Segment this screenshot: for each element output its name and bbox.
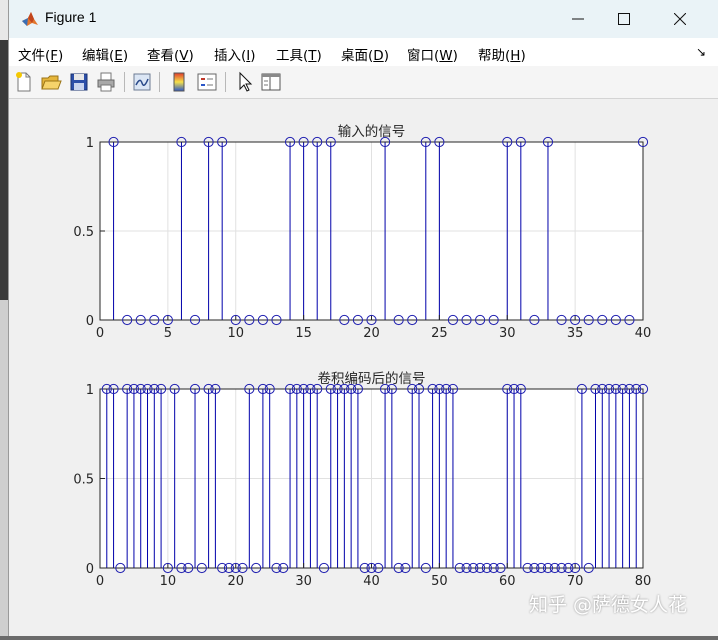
- menu-file[interactable]: 文件(F): [18, 44, 63, 64]
- close-icon: [674, 13, 686, 25]
- minimize-button[interactable]: [555, 0, 601, 38]
- axes-1-title: 输入的信号: [338, 124, 406, 140]
- axes-1-ytick-label: 1: [86, 136, 94, 151]
- legend-icon[interactable]: [196, 71, 218, 93]
- open-file-icon[interactable]: [40, 71, 62, 93]
- maximize-button[interactable]: [601, 0, 647, 38]
- figure-window: Figure 1 文件(F) 编辑(E) 查看(V) 插入(I) 工具(T) 桌…: [8, 0, 718, 636]
- menu-desktop[interactable]: 桌面(D): [341, 44, 389, 64]
- axes-2-title: 卷积编码后的信号: [318, 371, 426, 387]
- axes-2-xtick-label: 70: [567, 574, 584, 589]
- menu-tools[interactable]: 工具(T): [276, 44, 322, 64]
- menu-insert[interactable]: 插入(I): [214, 44, 256, 64]
- axes-2-xtick-label: 80: [635, 574, 652, 589]
- toolbar-separator: [124, 72, 125, 92]
- toolbar-separator: [225, 72, 226, 92]
- minimize-icon: [572, 18, 584, 20]
- toolbar-separator: [159, 72, 160, 92]
- figure-toolbar: [9, 66, 718, 99]
- axes-2-xtick-label: 20: [227, 574, 244, 589]
- pointer-icon[interactable]: [234, 71, 256, 93]
- save-icon[interactable]: [68, 71, 90, 93]
- maximize-icon: [618, 13, 630, 25]
- axes-1-xtick-label: 30: [499, 326, 516, 341]
- menu-help[interactable]: 帮助(H): [478, 44, 526, 64]
- plots-canvas: 0 5 10 15 20 25 30 35 4000.51输入的信号0 10 20 30 40 50 60 7…: [73, 124, 652, 589]
- axes-2-xtick-label: 40: [363, 574, 380, 589]
- axes-2-ytick-label: 1: [86, 383, 94, 398]
- axes-1-xtick-label: 15: [295, 326, 312, 341]
- menu-overflow-arrow-icon[interactable]: ↘: [696, 45, 706, 59]
- axes-1-xtick-label: 35: [567, 326, 584, 341]
- figure-canvas: 0 5 10 15 20 25 30 35 40 0 0.5 1 输入的信号 0 10 20 30 40 50 60 7…: [9, 99, 718, 636]
- axes-1-xtick-label: 0: [96, 326, 104, 341]
- new-figure-icon[interactable]: [13, 71, 35, 93]
- title-bar[interactable]: Figure 1: [9, 0, 718, 38]
- property-inspector-icon[interactable]: [260, 71, 282, 93]
- axes-2-xtick-label: 30: [295, 574, 312, 589]
- axes-1-xtick-label: 20: [363, 326, 380, 341]
- axes-1-ytick-label: 0: [86, 314, 94, 329]
- close-button[interactable]: [657, 0, 703, 38]
- axes-2-xtick-label: 60: [499, 574, 516, 589]
- axes-1-xtick-label: 10: [227, 326, 244, 341]
- watermark-text: 知乎 @萨德女人花: [529, 594, 688, 616]
- menu-view[interactable]: 查看(V): [147, 44, 194, 64]
- colorbar-icon[interactable]: [168, 71, 190, 93]
- menu-bar: 文件(F) 编辑(E) 查看(V) 插入(I) 工具(T) 桌面(D) 窗口(W…: [9, 38, 718, 66]
- axes-2-ytick-label: 0.5: [73, 473, 94, 488]
- axes-2-xtick-label: 0: [96, 574, 104, 589]
- axes-2-ytick-label: 0: [86, 562, 94, 577]
- menu-window[interactable]: 窗口(W): [407, 44, 458, 64]
- menu-edit[interactable]: 编辑(E): [82, 44, 128, 64]
- axes-1-ytick-label: 0.5: [73, 225, 94, 240]
- window-title: Figure 1: [45, 9, 97, 25]
- axes-2-xtick-label: 10: [160, 574, 177, 589]
- axes-1-xtick-label: 25: [431, 326, 448, 341]
- axes-2-xtick-label: 50: [431, 574, 448, 589]
- axes-1-xtick-label: 5: [164, 326, 172, 341]
- matlab-logo-icon: [22, 12, 38, 26]
- print-icon[interactable]: [95, 71, 117, 93]
- axes-1-xtick-label: 40: [635, 326, 652, 341]
- link-plot-icon[interactable]: [131, 71, 153, 93]
